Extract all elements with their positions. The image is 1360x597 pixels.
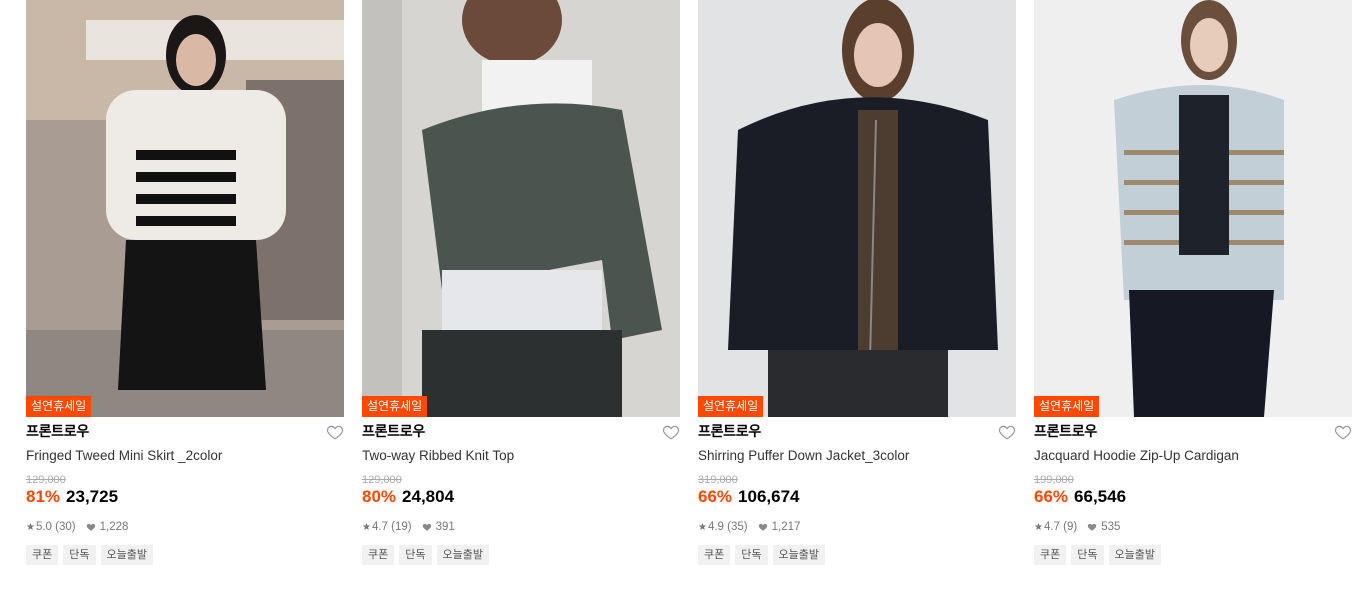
like-count: 391 xyxy=(435,521,455,533)
brand-name[interactable]: 프론트로우 xyxy=(362,420,680,444)
rating: 4.9 xyxy=(707,521,724,533)
product-name[interactable]: Shirring Puffer Down Jacket_3color xyxy=(698,444,1016,468)
discount-rate: 81% xyxy=(26,487,61,506)
product-card[interactable]: 설연휴세일 프론트로우 Shirring Puffer Down Jacket_… xyxy=(698,0,1016,565)
product-card[interactable]: 설연휴세일 프론트로우 Two-way Ribbed Knit Top 129,… xyxy=(362,0,680,565)
heart-outline-icon[interactable] xyxy=(326,423,344,441)
rating: 4.7 xyxy=(371,521,388,533)
product-card[interactable]: 설연휴세일 프론트로우 Fringed Tweed Mini Skirt _2c… xyxy=(26,0,344,565)
sale-badge: 설연휴세일 xyxy=(1034,396,1100,417)
tag-list: 쿠폰 단독 오늘출발 xyxy=(1034,545,1352,565)
star-icon: ★ xyxy=(1034,521,1043,533)
product-stats: ★ 4.9 (35) 1,217 xyxy=(698,519,1016,535)
product-name[interactable]: Two-way Ribbed Knit Top xyxy=(362,444,680,468)
tag-ship-today: 오늘출발 xyxy=(1108,545,1161,565)
review-count: (19) xyxy=(391,521,412,533)
sale-price: 23,725 xyxy=(66,487,119,506)
review-count: (35) xyxy=(727,521,748,533)
original-price: 129,000 xyxy=(26,474,66,486)
heart-filled-icon xyxy=(758,523,767,531)
brand-name[interactable]: 프론트로우 xyxy=(698,420,1016,444)
tag-coupon: 쿠폰 xyxy=(362,545,395,565)
tag-ship-today: 오늘출발 xyxy=(100,545,153,565)
tag-coupon: 쿠폰 xyxy=(1034,545,1067,565)
product-stats: ★ 4.7 (9) 535 xyxy=(1034,519,1352,535)
sale-badge: 설연휴세일 xyxy=(362,396,428,417)
star-icon: ★ xyxy=(362,521,371,533)
tag-exclusive: 단독 xyxy=(735,545,768,565)
like-count: 1,217 xyxy=(771,521,801,533)
product-name[interactable]: Fringed Tweed Mini Skirt _2color xyxy=(26,444,344,468)
heart-filled-icon xyxy=(86,523,95,531)
tag-exclusive: 단독 xyxy=(63,545,96,565)
tag-list: 쿠폰 단독 오늘출발 xyxy=(362,545,680,565)
tag-ship-today: 오늘출발 xyxy=(436,545,489,565)
product-grid: 설연휴세일 프론트로우 Fringed Tweed Mini Skirt _2c… xyxy=(26,0,1352,565)
product-stats: ★ 5.0 (30) 1,228 xyxy=(26,519,344,535)
review-count: (30) xyxy=(55,521,76,533)
tag-list: 쿠폰 단독 오늘출발 xyxy=(26,545,344,565)
discount-rate: 80% xyxy=(362,487,397,506)
product-name[interactable]: Jacquard Hoodie Zip-Up Cardigan xyxy=(1034,444,1352,468)
like-count: 1,228 xyxy=(99,521,129,533)
product-image[interactable]: 설연휴세일 xyxy=(698,0,1016,417)
sale-badge: 설연휴세일 xyxy=(698,396,764,417)
tag-exclusive: 단독 xyxy=(399,545,432,565)
original-price: 199,000 xyxy=(1034,474,1074,486)
product-image[interactable]: 설연휴세일 xyxy=(26,0,344,417)
heart-filled-icon xyxy=(422,523,431,531)
review-count: (9) xyxy=(1063,521,1078,533)
product-card[interactable]: 설연휴세일 프론트로우 Jacquard Hoodie Zip-Up Cardi… xyxy=(1034,0,1352,565)
heart-outline-icon[interactable] xyxy=(1334,423,1352,441)
discount-rate: 66% xyxy=(698,487,733,506)
product-image[interactable]: 설연휴세일 xyxy=(362,0,680,417)
rating: 4.7 xyxy=(1043,521,1060,533)
tag-exclusive: 단독 xyxy=(1071,545,1104,565)
tag-ship-today: 오늘출발 xyxy=(772,545,825,565)
discount-rate: 66% xyxy=(1034,487,1069,506)
rating: 5.0 xyxy=(35,521,52,533)
sale-badge: 설연휴세일 xyxy=(26,396,92,417)
tag-coupon: 쿠폰 xyxy=(698,545,731,565)
tag-coupon: 쿠폰 xyxy=(26,545,59,565)
sale-price: 66,546 xyxy=(1074,487,1127,506)
heart-outline-icon[interactable] xyxy=(998,423,1016,441)
product-image[interactable]: 설연휴세일 xyxy=(1034,0,1352,417)
star-icon: ★ xyxy=(26,521,35,533)
original-price: 319,000 xyxy=(698,474,738,486)
heart-outline-icon[interactable] xyxy=(662,423,680,441)
heart-filled-icon xyxy=(1088,523,1097,531)
like-count: 535 xyxy=(1101,521,1121,533)
brand-name[interactable]: 프론트로우 xyxy=(1034,420,1352,444)
sale-price: 24,804 xyxy=(402,487,455,506)
star-icon: ★ xyxy=(698,521,707,533)
brand-name[interactable]: 프론트로우 xyxy=(26,420,344,444)
tag-list: 쿠폰 단독 오늘출발 xyxy=(698,545,1016,565)
original-price: 129,000 xyxy=(362,474,402,486)
sale-price: 106,674 xyxy=(738,487,800,506)
product-stats: ★ 4.7 (19) 391 xyxy=(362,519,680,535)
